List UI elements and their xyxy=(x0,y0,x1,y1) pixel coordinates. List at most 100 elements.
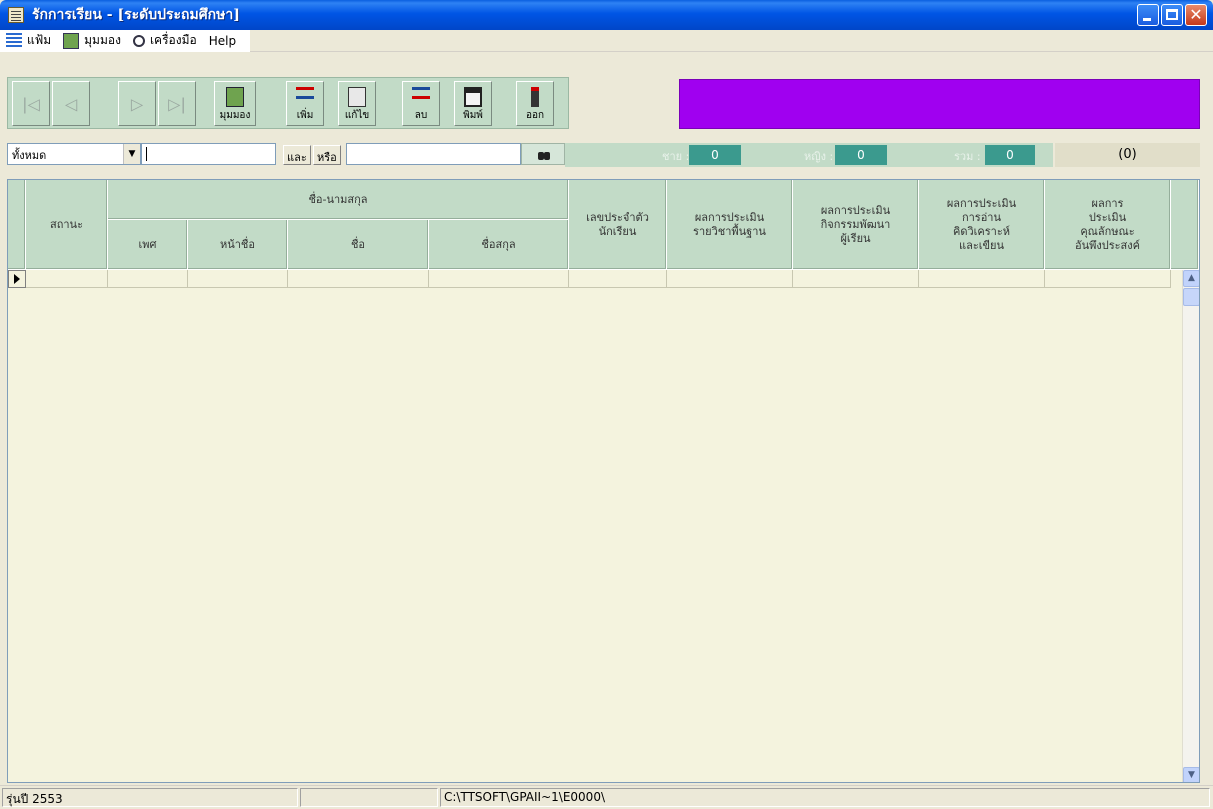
or-button-label: หรือ xyxy=(317,151,337,164)
last-record-button[interactable]: ▷| xyxy=(158,81,196,126)
total-label: รวม : xyxy=(954,150,981,163)
next-record-button[interactable]: ▷ xyxy=(118,81,156,126)
view-button[interactable]: มุมมอง xyxy=(214,81,256,126)
menu-view-label: มุมมอง xyxy=(84,33,121,47)
female-label: หญิง : xyxy=(804,150,834,163)
close-button[interactable]: ✕ xyxy=(1185,4,1207,26)
tools-icon xyxy=(132,34,145,47)
menu-view[interactable]: มุมมอง xyxy=(57,31,127,51)
binoculars-icon xyxy=(538,148,550,160)
window-title: รักการเรียน - [ระดับประถมศึกษา] xyxy=(32,7,240,23)
edit-icon xyxy=(348,87,366,107)
col-student-id[interactable]: เลขประจำตัว นักเรียน xyxy=(569,180,667,270)
prev-record-button[interactable]: ◁ xyxy=(52,81,90,126)
col-filler xyxy=(1171,180,1199,270)
exit-button-label: ออก xyxy=(525,110,545,121)
menu-file[interactable]: แฟ้ม xyxy=(0,31,57,51)
view-button-label: มุมมอง xyxy=(219,110,251,121)
menu-file-label: แฟ้ม xyxy=(27,33,52,47)
male-count: 0 xyxy=(689,145,741,165)
cell-sex[interactable] xyxy=(108,270,188,288)
cell-activities[interactable] xyxy=(793,270,919,288)
cell-status[interactable] xyxy=(26,270,108,288)
total-count: 0 xyxy=(985,145,1035,165)
minimize-button[interactable] xyxy=(1137,4,1159,26)
find-button[interactable] xyxy=(521,143,565,165)
menu-help-label: Help xyxy=(208,33,237,48)
menu-tools-label: เครื่องมือ xyxy=(149,33,197,47)
cell-desired-characteristics[interactable] xyxy=(1045,270,1171,288)
print-button-label: พิมพ์ xyxy=(463,110,483,121)
exit-button[interactable]: ออก xyxy=(516,81,554,126)
col-lastname[interactable]: ชื่อสกุล xyxy=(429,220,569,270)
cell-basic-subjects[interactable] xyxy=(667,270,793,288)
add-button[interactable]: เพิ่ม xyxy=(286,81,324,126)
scope-dropdown-value: ทั้งหมด xyxy=(12,149,47,162)
delete-icon xyxy=(412,87,430,99)
and-button[interactable]: และ xyxy=(283,145,311,165)
view-icon xyxy=(63,32,80,49)
col-reading-writing[interactable]: ผลการประเมิน การอ่าน คิดวิเคราะห์ และเขี… xyxy=(919,180,1045,270)
cell-firstname[interactable] xyxy=(288,270,429,288)
cell-lastname[interactable] xyxy=(429,270,569,288)
search-input[interactable] xyxy=(141,143,276,165)
col-prefix[interactable]: หน้าชื่อ xyxy=(188,220,288,270)
next-icon: ▷ xyxy=(130,94,144,113)
gender-stats: ชาย : 0 หญิง : 0 รวม : 0 xyxy=(565,143,1053,167)
col-group-name: ชื่อ-นามสกุล xyxy=(108,180,569,220)
filter-bar: ทั้งหมด ▼ และ หรือ ชาย : 0 หญิง : 0 รวม … xyxy=(0,139,1213,169)
exit-door-icon xyxy=(531,87,539,107)
first-icon: |◁ xyxy=(22,94,40,113)
color-banner xyxy=(679,79,1200,129)
maximize-icon xyxy=(1166,9,1178,20)
view-icon xyxy=(226,87,244,107)
chevron-down-icon[interactable]: ▼ xyxy=(123,144,140,164)
col-status[interactable]: สถานะ xyxy=(26,180,108,270)
first-record-button[interactable]: |◁ xyxy=(12,81,50,126)
add-button-label: เพิ่ม xyxy=(296,110,314,121)
col-desired-characteristics[interactable]: ผลการ ประเมิน คุณลักษณะ อันพึงประสงค์ xyxy=(1045,180,1171,270)
cell-prefix[interactable] xyxy=(188,270,288,288)
current-row-indicator[interactable] xyxy=(8,270,26,288)
list-icon xyxy=(6,32,22,49)
toolbar: |◁ ◁ ▷ ▷| มุมมอง เพิ่ม แก้ไข ลบ พิมพ์ ออ… xyxy=(0,53,1213,136)
app-icon xyxy=(8,7,24,23)
delete-button[interactable]: ลบ xyxy=(402,81,440,126)
delete-button-label: ลบ xyxy=(414,110,428,121)
status-empty-panel xyxy=(300,788,438,807)
last-icon: ▷| xyxy=(168,94,186,113)
scroll-thumb[interactable] xyxy=(1183,288,1199,306)
status-version: รุ่นปี 2553 xyxy=(2,788,298,807)
window-controls: ✕ xyxy=(1137,4,1207,26)
col-sex[interactable]: เพศ xyxy=(108,220,188,270)
menu-tools[interactable]: เครื่องมือ xyxy=(127,31,203,51)
row-header-corner xyxy=(8,180,26,270)
or-button[interactable]: หรือ xyxy=(313,145,341,165)
close-icon: ✕ xyxy=(1189,5,1203,24)
col-basic-subjects[interactable]: ผลการประเมิน รายวิชาพื้นฐาน xyxy=(667,180,793,270)
print-button[interactable]: พิมพ์ xyxy=(454,81,492,126)
menu-bar: แฟ้ม มุมมอง เครื่องมือ Help xyxy=(0,29,1213,52)
female-count: 0 xyxy=(835,145,887,165)
vertical-scrollbar[interactable]: ▲ ▼ xyxy=(1182,270,1199,782)
minimize-icon xyxy=(1143,18,1151,21)
scope-dropdown[interactable]: ทั้งหมด ▼ xyxy=(7,143,141,165)
prev-icon: ◁ xyxy=(64,94,78,113)
edit-button[interactable]: แก้ไข xyxy=(338,81,376,126)
menu-help[interactable]: Help xyxy=(203,31,242,51)
second-search-input[interactable] xyxy=(346,143,521,165)
scroll-down-button[interactable]: ▼ xyxy=(1183,767,1199,782)
student-grid[interactable]: สถานะ ชื่อ-นามสกุล เพศ หน้าชื่อ ชื่อ ชื่… xyxy=(7,179,1200,783)
maximize-button[interactable] xyxy=(1161,4,1183,26)
male-label: ชาย : xyxy=(662,150,690,163)
and-button-label: และ xyxy=(287,151,307,164)
add-icon xyxy=(296,87,314,99)
toolbar-buttons-panel: |◁ ◁ ▷ ▷| มุมมอง เพิ่ม แก้ไข ลบ พิมพ์ ออ… xyxy=(7,77,569,129)
status-bar: รุ่นปี 2553 C:\TTSOFT\GPAII~1\E0000\ xyxy=(0,785,1213,807)
col-firstname[interactable]: ชื่อ xyxy=(288,220,429,270)
edit-button-label: แก้ไข xyxy=(344,110,370,121)
cell-student-id[interactable] xyxy=(569,270,667,288)
cell-reading-writing[interactable] xyxy=(919,270,1045,288)
scroll-up-button[interactable]: ▲ xyxy=(1183,270,1199,287)
col-activities[interactable]: ผลการประเมิน กิจกรรมพัฒนา ผู้เรียน xyxy=(793,180,919,270)
